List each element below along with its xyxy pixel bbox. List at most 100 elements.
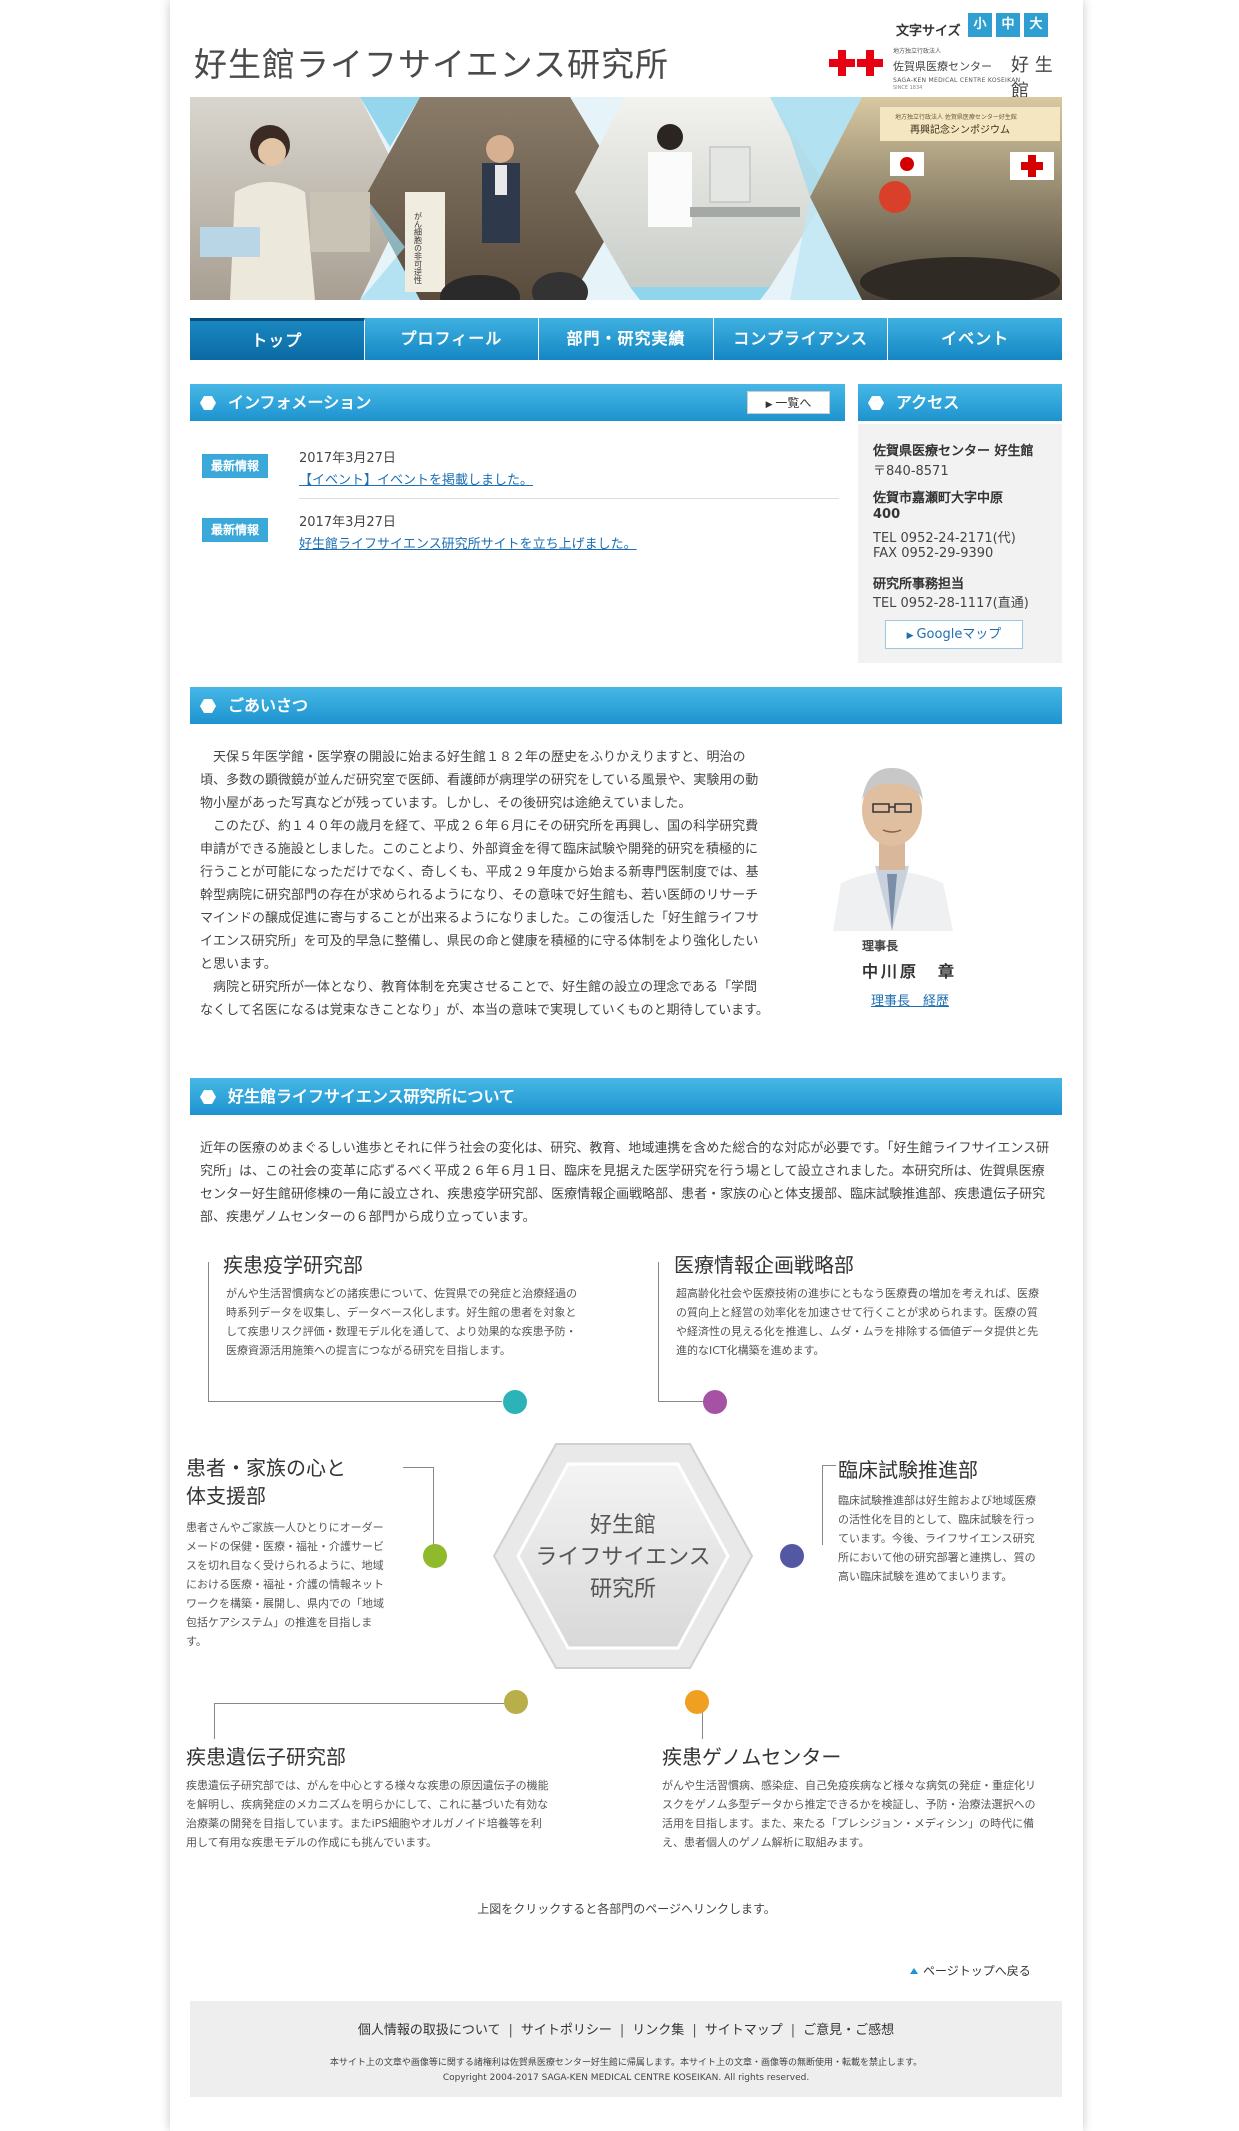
nav-compliance[interactable]: コンプライアンス	[713, 318, 889, 360]
hexagon-icon	[868, 396, 884, 410]
footer-link-feedback[interactable]: ご意見・ご感想	[803, 2023, 894, 2038]
dept-dot-patient-support[interactable]	[423, 1544, 447, 1568]
chairman-bio-link[interactable]: 理事長 経歴	[871, 990, 949, 1009]
footer-copyright: Copyright 2004-2017 SAGA-KEN MEDICAL CEN…	[442, 2073, 810, 2083]
news-divider	[299, 498, 839, 499]
nav-departments[interactable]: 部門・研究実績	[539, 318, 714, 360]
footer-links: 個人情報の取扱について | サイトポリシー | リンク集 | サイトマップ | ご意見・ご感想	[357, 2023, 895, 2038]
info-list-button[interactable]: ▶ 一覧へ	[747, 391, 830, 414]
logo-subtitle: 地方独立行政法人	[893, 48, 942, 55]
greeting-paragraph: このたび、約１４０年の歳月を経て、平成２６年６月にその研究所を再興し、国の科学研…	[200, 819, 760, 972]
connector-line	[658, 1262, 672, 1402]
red-cross-icon	[857, 50, 883, 76]
hexagon-icon	[200, 1090, 216, 1104]
page: 好生館ライフサイエンス研究所 文字サイズ 小 中 大 地方独立行政法人 佐賀県医…	[170, 0, 1083, 2131]
diagram-click-note: 上図をクリックすると各部門のページへリンクします。	[477, 1902, 776, 1916]
access-office-label: 研究所事務担当	[873, 577, 965, 592]
dept-title-disease-gene[interactable]: 疾患遺伝子研究部	[186, 1741, 346, 1770]
dept-title-epidemiology[interactable]: 疾患疫学研究部	[223, 1249, 363, 1278]
access-tel: TEL 0952-24-2171(代)	[873, 531, 1016, 546]
chairman-portrait	[813, 748, 971, 931]
access-header: アクセス	[858, 384, 1062, 421]
greeting-text: 天保５年医学館・医学寮の開設に始まる好生館１８２年の歴史をふりかえりますと、明治…	[200, 746, 770, 1022]
connector-line	[403, 1467, 433, 1468]
footer-link-links[interactable]: リンク集	[632, 2023, 684, 2038]
access-postal: 〒840-8571	[873, 464, 949, 479]
dept-title-patient-support[interactable]: 患者・家族の心と 体支援部	[186, 1454, 346, 1510]
google-map-button[interactable]: ▶ Googleマップ	[885, 620, 1023, 649]
font-size-large-button[interactable]: 大	[1024, 13, 1048, 37]
chairman-name: 中川原 章	[862, 962, 958, 981]
connector-line	[222, 1401, 502, 1402]
dept-desc-medical-info: 超高齢化社会や医療技術の進歩にともなう医療費の増加を考えれば、医療の質向上と経営…	[676, 1287, 1039, 1357]
hero-collage-image: がん細胞の非可逆性 地方独立行政法人 佐賀県医療センター好生館 再興記念シンポジ…	[190, 97, 1062, 300]
info-heading: インフォメーション	[228, 393, 372, 412]
info-header: インフォメーション ▶ 一覧へ	[190, 384, 845, 421]
dept-title-medical-info[interactable]: 医療情報企画戦略部	[674, 1249, 854, 1278]
page-top-link[interactable]: ページトップへ戻る	[910, 1962, 1031, 1979]
font-size-label: 文字サイズ	[896, 24, 961, 39]
dept-dot-disease-gene[interactable]	[504, 1690, 528, 1714]
dept-dot-genome-center[interactable]	[685, 1690, 709, 1714]
greeting-paragraph: 天保５年医学館・医学寮の開設に始まる好生館１８２年の歴史をふりかえりますと、明治…	[200, 750, 759, 811]
greeting-heading: ごあいさつ	[228, 696, 309, 715]
dept-title-clinical-trial[interactable]: 臨床試験推進部	[838, 1454, 978, 1483]
connector-line	[433, 1467, 434, 1547]
hexagon-icon	[200, 699, 216, 713]
hero-banner-line1: 地方独立行政法人 佐賀県医療センター好生館	[895, 113, 1017, 121]
nav-top[interactable]: トップ	[190, 318, 365, 360]
connector-line	[208, 1262, 222, 1402]
nav-profile[interactable]: プロフィール	[364, 318, 540, 360]
news-link[interactable]: 【イベント】イベントを掲載しました。	[299, 469, 533, 488]
footer: 個人情報の取扱について | サイトポリシー | リンク集 | サイトマップ | ご意見・ご感想 …	[190, 2001, 1062, 2097]
connector-line	[822, 1465, 836, 1466]
site-title: 好生館ライフサイエンス研究所	[194, 45, 670, 84]
footer-link-privacy[interactable]: 個人情報の取扱について	[358, 2023, 501, 2038]
dept-dot-clinical-trial[interactable]	[780, 1544, 804, 1568]
access-office-tel: TEL 0952-28-1117(直通)	[873, 596, 1029, 611]
access-fax: FAX 0952-29-9390	[873, 546, 994, 561]
logo-since: SINCE 1834	[893, 85, 923, 91]
about-header: 好生館ライフサイエンス研究所について	[190, 1078, 1062, 1115]
dept-desc-patient-support: 患者さんやご家族一人ひとりにオーダーメードの保健・医療・福祉・介護サービスを切れ…	[186, 1521, 384, 1648]
footer-note: 本サイト上の文章や画像等に関する諸権利は佐賀県医療センター好生館に帰属します。本…	[329, 2058, 923, 2068]
about-text: 近年の医療のめまぐるしい進歩とそれに伴う社会の変化は、研究、教育、地域連携を含め…	[200, 1141, 1050, 1225]
main-nav: トップ プロフィール 部門・研究実績 コンプライアンス イベント	[190, 318, 1062, 360]
news-badge: 最新情報	[202, 518, 268, 542]
font-size-small-button[interactable]: 小	[968, 13, 992, 37]
logo-hospital-name: 佐賀県医療センター	[893, 60, 992, 73]
news-link[interactable]: 好生館ライフサイエンス研究所サイトを立ち上げました。	[299, 533, 637, 552]
dept-title-genome-center[interactable]: 疾患ゲノムセンター	[662, 1741, 841, 1770]
greeting-header: ごあいさつ	[190, 687, 1062, 724]
access-address: 佐賀市嘉瀬町大字中原	[873, 491, 1004, 506]
greeting-paragraph: 病院と研究所が一体となり、教育体制を充実させることで、好生館の設立の理念である「…	[200, 980, 769, 1018]
news-date: 2017年3月27日	[299, 451, 396, 466]
dept-dot-epidemiology[interactable]	[503, 1390, 527, 1414]
center-hexagon[interactable]: 好生館 ライフサイエンス 研究所	[488, 1438, 758, 1674]
logo-english: SAGA-KEN MEDICAL CENTRE KOSEIKAN	[893, 77, 1021, 84]
connector-line	[822, 1465, 823, 1545]
red-cross-icon	[829, 50, 855, 76]
chairman-photo	[813, 748, 971, 931]
hexagon-icon	[200, 396, 216, 410]
connector-line	[214, 1703, 504, 1704]
font-size-medium-button[interactable]: 中	[996, 13, 1020, 37]
access-org: 佐賀県医療センター 好生館	[873, 444, 1034, 459]
access-address-number: 400	[873, 507, 901, 522]
dept-desc-clinical-trial: 臨床試験推進部は好生館および地域医療の活性化を目的として、臨床試験を行っています…	[838, 1494, 1036, 1583]
footer-link-sitemap[interactable]: サイトマップ	[705, 2023, 783, 2038]
dept-dot-medical-info[interactable]	[703, 1390, 727, 1414]
dept-desc-genome-center: がんや生活習慣病、感染症、自己免疫疾病など様々な病気の発症・重症化リスクをゲノム…	[662, 1779, 1036, 1849]
hero-banner: がん細胞の非可逆性 地方独立行政法人 佐賀県医療センター好生館 再興記念シンポジ…	[190, 97, 1062, 300]
hero-sign-text: がん細胞の非可逆性	[414, 211, 423, 284]
chairman-role: 理事長	[862, 939, 899, 953]
access-heading: アクセス	[896, 393, 960, 412]
nav-events[interactable]: イベント	[888, 318, 1062, 360]
news-date: 2017年3月27日	[299, 515, 396, 530]
footer-link-site-policy[interactable]: サイトポリシー	[521, 2023, 612, 2038]
center-label: 好生館 ライフサイエンス 研究所	[535, 1513, 711, 1602]
about-heading: 好生館ライフサイエンス研究所について	[228, 1087, 516, 1106]
dept-desc-disease-gene: 疾患遺伝子研究部では、がんを中心とする様々な疾患の原因遺伝子の機能を解明し、疾病…	[186, 1779, 549, 1849]
play-triangle-icon: ▶	[765, 400, 776, 410]
koseikan-logo[interactable]: 地方独立行政法人 佐賀県医療センター 好 生 館 SAGA-KEN MEDICA…	[827, 44, 1067, 102]
